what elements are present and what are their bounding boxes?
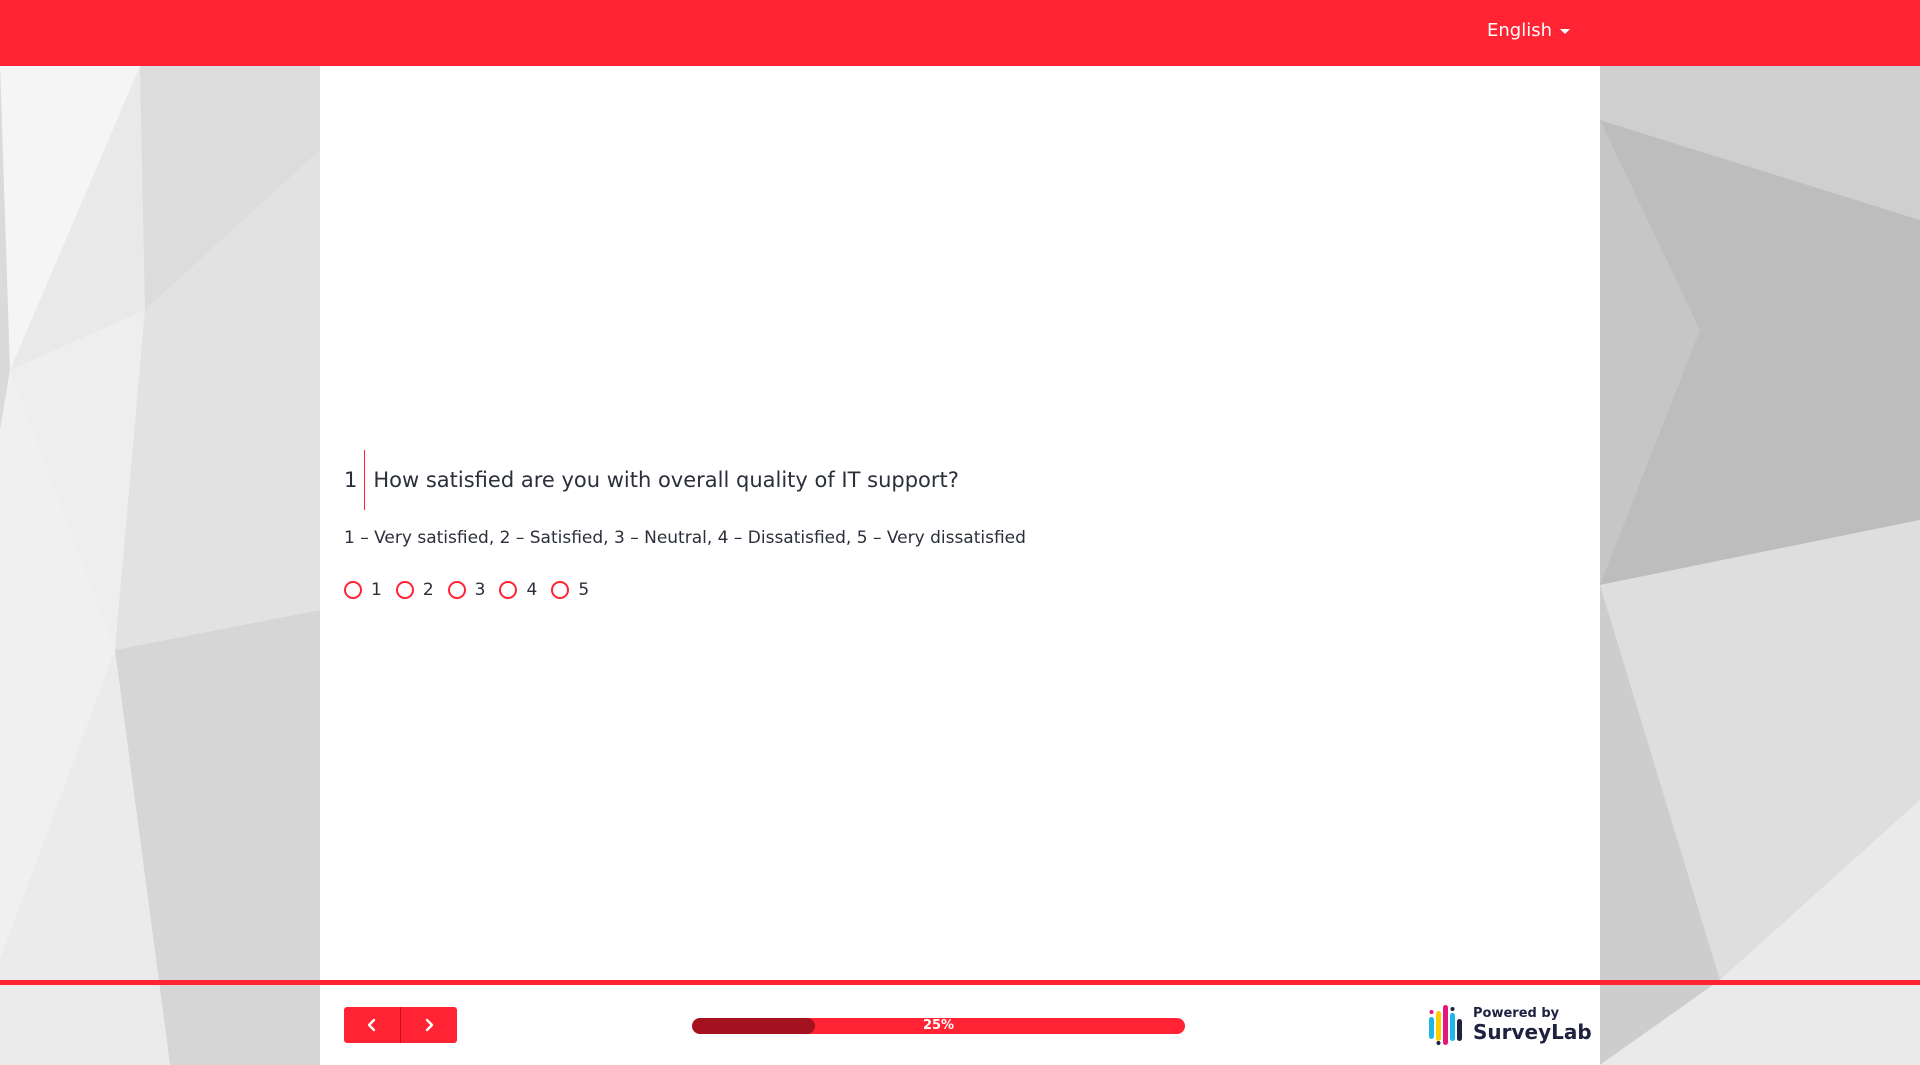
radio-button[interactable] — [344, 581, 362, 599]
brand-name: SurveyLab — [1473, 1020, 1592, 1045]
powered-by-text: Powered by SurveyLab — [1473, 1005, 1592, 1045]
option-2[interactable]: 2 — [395, 580, 434, 600]
option-label: 5 — [578, 580, 590, 600]
survey-panel: 1 How satisfied are you with overall qua… — [320, 66, 1600, 1065]
caret-down-icon — [1560, 29, 1570, 34]
chevron-left-icon — [367, 1018, 376, 1032]
previous-button[interactable] — [344, 1007, 400, 1043]
option-3[interactable]: 3 — [447, 580, 486, 600]
question-heading: 1 How satisfied are you with overall qua… — [344, 450, 959, 510]
option-1[interactable]: 1 — [344, 580, 382, 600]
question-text: How satisfied are you with overall quali… — [373, 468, 959, 492]
option-5[interactable]: 5 — [551, 580, 589, 600]
option-label: 3 — [474, 580, 486, 600]
option-4[interactable]: 4 — [499, 580, 537, 600]
powered-by-label: Powered by — [1473, 1005, 1560, 1021]
radio-button[interactable] — [551, 581, 570, 599]
next-button[interactable] — [400, 1007, 457, 1043]
question-divider — [364, 450, 366, 510]
question-hint: 1 – Very satisfied, 2 – Satisfied, 3 – N… — [344, 528, 1026, 548]
navigation-buttons — [344, 1007, 457, 1043]
option-label: 1 — [371, 580, 382, 600]
progress-bar: 25% — [692, 1018, 1185, 1034]
chevron-right-icon — [425, 1018, 434, 1032]
question-number: 1 — [344, 468, 358, 492]
radio-button[interactable] — [499, 581, 518, 599]
answer-options: 1 2 3 4 5 — [344, 580, 603, 600]
option-label: 2 — [422, 580, 434, 600]
surveylab-logo-icon — [1429, 1005, 1462, 1045]
top-bar: English — [0, 0, 1920, 66]
option-label: 4 — [526, 580, 538, 600]
language-label: English — [1487, 20, 1552, 41]
language-dropdown[interactable]: English — [1487, 20, 1570, 41]
survey-page: English 1 How satisfied are you with ove… — [0, 0, 1920, 1065]
progress-label: 25% — [922, 1018, 955, 1033]
radio-button[interactable] — [447, 581, 466, 599]
radio-button[interactable] — [395, 581, 414, 599]
powered-by-surveylab[interactable]: Powered by SurveyLab — [1427, 1003, 1592, 1047]
